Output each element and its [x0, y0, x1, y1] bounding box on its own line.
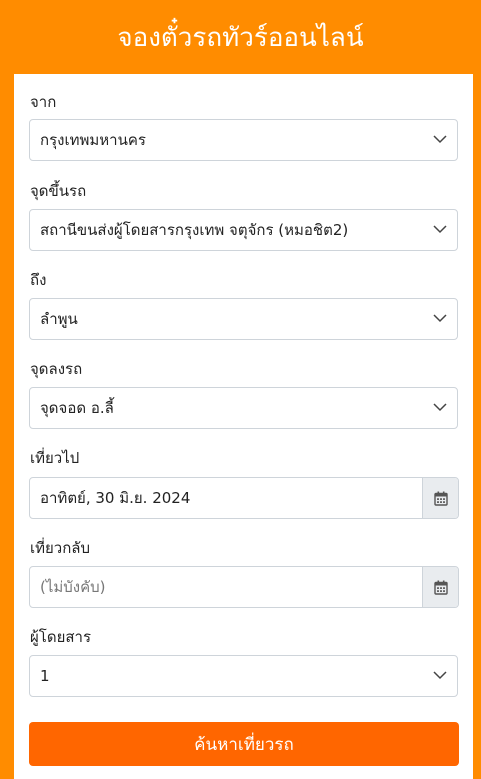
chevron-down-icon [433, 403, 447, 412]
return-date-input[interactable]: (ไม่บังคับ) [29, 566, 459, 608]
to-label: ถึง [30, 271, 47, 289]
passengers-value: 1 [40, 667, 50, 685]
return-label: เที่ยวกลับ [30, 539, 91, 557]
chevron-down-icon [433, 314, 447, 323]
page-header: จองตั๋วรถทัวร์ออนไลน์ [0, 0, 481, 74]
passengers-label: ผู้โดยสาร [30, 628, 92, 646]
search-button[interactable]: ค้นหาเที่ยวรถ [29, 722, 459, 766]
dropoff-label: จุดลงรถ [30, 360, 83, 378]
from-label: จาก [30, 93, 57, 111]
depart-date-input[interactable]: อาทิตย์, 30 มิ.ย. 2024 [29, 477, 459, 519]
depart-calendar-button[interactable] [422, 478, 458, 518]
dropoff-value: จุดจอด อ.ลี้ [40, 399, 114, 417]
pickup-value: สถานีขนส่งผู้โดยสารกรุงเทพ จตุจักร (หมอช… [40, 221, 349, 239]
return-calendar-button[interactable] [422, 567, 458, 607]
dropoff-select[interactable]: จุดจอด อ.ลี้ [29, 387, 458, 429]
pickup-select[interactable]: สถานีขนส่งผู้โดยสารกรุงเทพ จตุจักร (หมอช… [29, 209, 458, 251]
chevron-down-icon [433, 225, 447, 234]
to-value: ลำพูน [40, 310, 78, 328]
page-title: จองตั๋วรถทัวร์ออนไลน์ [117, 22, 364, 53]
return-date-placeholder[interactable]: (ไม่บังคับ) [30, 567, 422, 607]
pickup-label: จุดขึ้นรถ [30, 182, 87, 200]
chevron-down-icon [433, 671, 447, 680]
depart-date-value[interactable]: อาทิตย์, 30 มิ.ย. 2024 [30, 478, 422, 518]
chevron-down-icon [433, 135, 447, 144]
from-value: กรุงเทพมหานคร [40, 131, 146, 149]
to-select[interactable]: ลำพูน [29, 298, 458, 340]
calendar-icon [433, 491, 448, 506]
from-select[interactable]: กรุงเทพมหานคร [29, 119, 458, 161]
calendar-icon [433, 580, 448, 595]
booking-form: จาก กรุงเทพมหานคร จุดขึ้นรถ สถานีขนส่งผู… [14, 74, 473, 779]
passengers-select[interactable]: 1 [29, 655, 458, 697]
depart-label: เที่ยวไป [30, 449, 80, 467]
